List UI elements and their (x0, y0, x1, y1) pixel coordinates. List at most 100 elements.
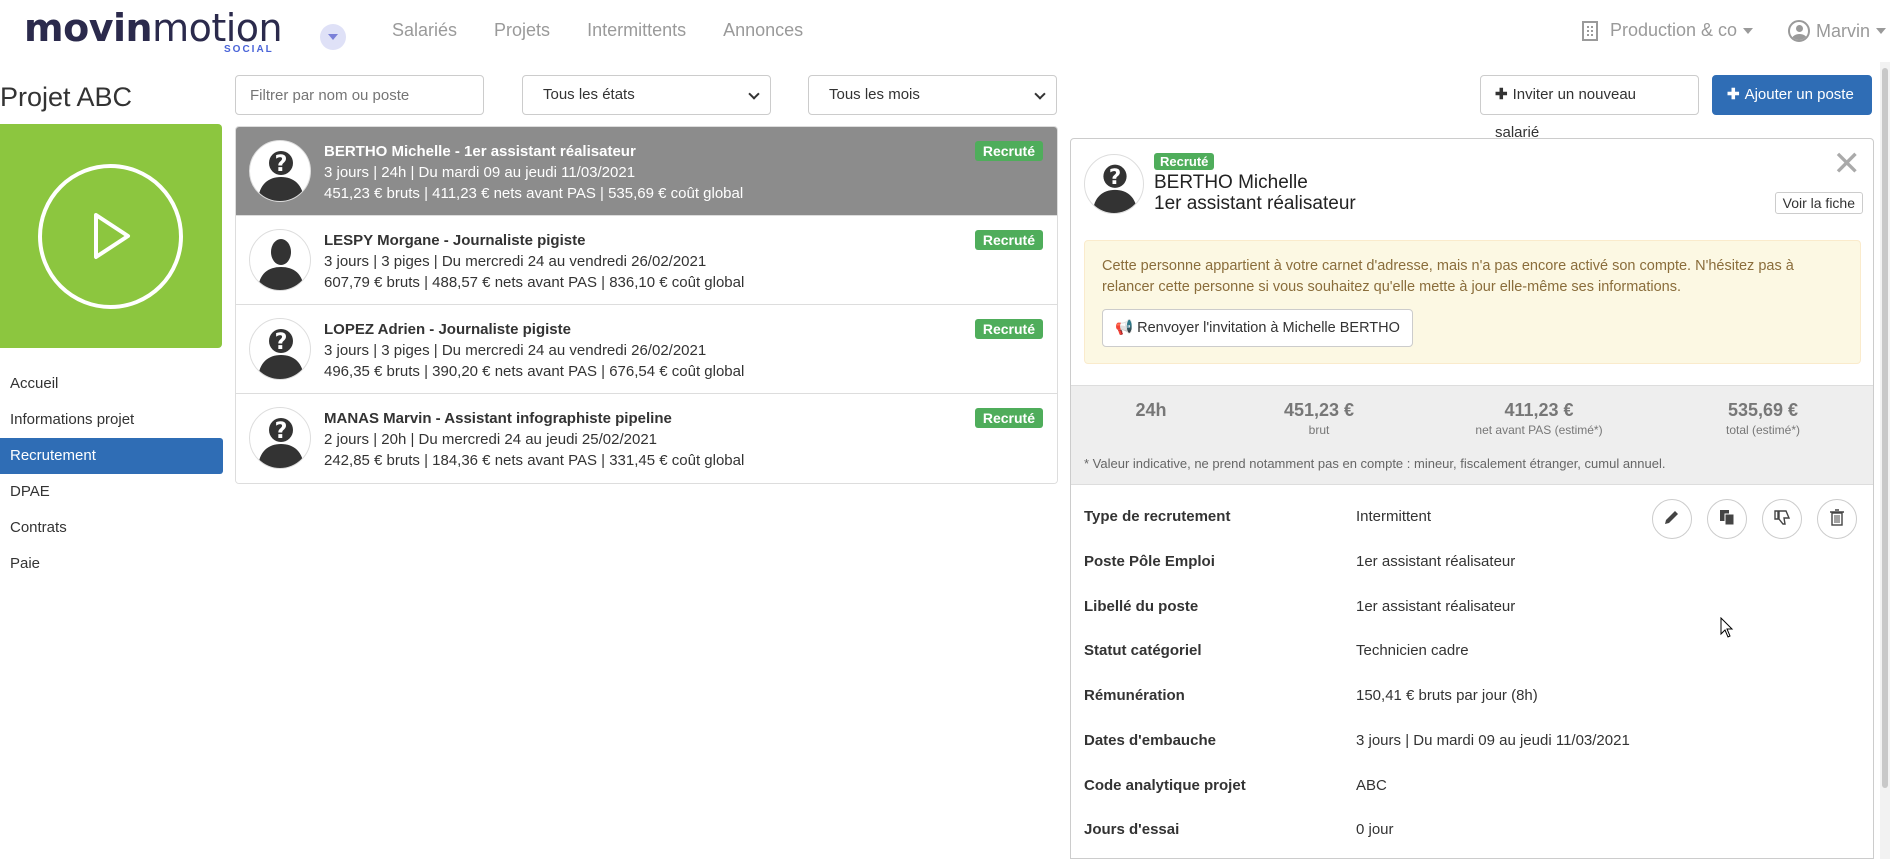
field-label: Jours d'essai (1084, 821, 1180, 838)
close-icon[interactable]: ✕ (1833, 147, 1862, 181)
detail-role: 1er assistant réalisateur (1154, 193, 1356, 214)
candidate-schedule: 2 jours | 20h | Du mercredi 24 au jeudi … (324, 431, 658, 448)
candidate-detail-panel: ? Recruté BERTHO Michelle 1er assistant … (1070, 138, 1874, 859)
sidebar-item-accueil[interactable]: Accueil (0, 366, 223, 402)
scrollbar-thumb[interactable] (1882, 68, 1888, 788)
sidebar-item-paie[interactable]: Paie (0, 546, 223, 582)
nav-projets[interactable]: Projets (494, 20, 550, 41)
account-warning-alert: Cette personne appartient à votre carnet… (1084, 240, 1861, 364)
stat-label: brut (1308, 423, 1330, 437)
add-position-button[interactable]: ✚ Ajouter un poste (1712, 75, 1872, 115)
stat-value: 535,69 € (1727, 400, 1799, 420)
field-value: 3 jours | Du mardi 09 au jeudi 11/03/202… (1356, 732, 1630, 749)
chevron-down-icon (1743, 27, 1754, 34)
list-item[interactable]: LESPY Morgane - Journaliste pigiste 3 jo… (236, 216, 1057, 305)
pay-summary: 24h 451,23 € brut 411,23 € net avant PAS… (1071, 385, 1873, 485)
field-value: 0 jour (1356, 821, 1394, 838)
sidebar-item-informations-projet[interactable]: Informations projet (0, 402, 223, 438)
chevron-down-icon (1876, 28, 1887, 34)
chevron-down-icon (748, 88, 760, 100)
stat-net: 411,23 € net avant PAS (estimé*) (1459, 400, 1619, 437)
sidebar-item-dpae[interactable]: DPAE (0, 474, 223, 510)
organization-dropdown[interactable]: Production & co (1582, 20, 1754, 41)
nav-intermittents[interactable]: Intermittents (587, 20, 686, 41)
candidate-name: LOPEZ Adrien - Journaliste pigiste (324, 321, 571, 338)
resend-label: Renvoyer l'invitation à Michelle BERTHO (1137, 320, 1400, 336)
building-icon (1582, 20, 1598, 41)
reject-button[interactable] (1762, 499, 1802, 539)
resend-invitation-button[interactable]: 📢 Renvoyer l'invitation à Michelle BERTH… (1102, 309, 1413, 347)
candidate-name: LESPY Morgane - Journaliste pigiste (324, 232, 586, 249)
filter-search-input[interactable] (235, 75, 484, 115)
svg-text:?: ? (275, 330, 288, 355)
thumbs-down-icon (1773, 508, 1791, 531)
sidebar-item-recrutement[interactable]: Recrutement (0, 438, 223, 474)
list-item[interactable]: ? LOPEZ Adrien - Journaliste pigiste 3 j… (236, 305, 1057, 394)
copy-icon (1718, 508, 1736, 531)
detail-name: BERTHO Michelle (1154, 172, 1308, 193)
state-select-value: Tous les états (543, 86, 635, 103)
list-item[interactable]: ? BERTHO Michelle - 1er assistant réalis… (236, 127, 1057, 216)
page-scrollbar[interactable] (1880, 62, 1890, 859)
stat-hours: 24h (1071, 400, 1231, 421)
apps-menu-toggle-icon[interactable] (320, 24, 346, 50)
project-title: Projet ABC (0, 82, 133, 112)
unknown-person-avatar-icon: ? (249, 140, 311, 202)
field-label: Rémunération (1084, 687, 1185, 704)
project-sidebar: Accueil Informations projet Recrutement … (0, 366, 223, 582)
field-label: Poste Pôle Emploi (1084, 553, 1215, 570)
field-label: Dates d'embauche (1084, 732, 1216, 749)
candidate-info: LOPEZ Adrien - Journaliste pigiste 3 jou… (324, 319, 744, 382)
status-badge: Recruté (974, 319, 1043, 339)
movinmotion-logo[interactable]: movinmotion SOCIAL (24, 6, 283, 55)
user-avatar-icon (1788, 20, 1810, 42)
field-value: 150,41 € bruts par jour (8h) (1356, 687, 1538, 704)
user-dropdown[interactable]: Marvin (1788, 20, 1887, 42)
state-select[interactable]: Tous les états (522, 75, 771, 115)
candidate-pay: 496,35 € bruts | 390,20 € nets avant PAS… (324, 363, 745, 380)
candidate-schedule: 3 jours | 3 piges | Du mercredi 24 au ve… (324, 253, 707, 270)
unknown-person-avatar-icon: ? (249, 318, 311, 380)
field-label: Libellé du poste (1084, 598, 1199, 615)
alert-text: Cette personne appartient à votre carnet… (1102, 258, 1794, 295)
stat-value: 411,23 € (1504, 400, 1574, 420)
month-select[interactable]: Tous les mois (808, 75, 1057, 115)
field-value: Intermittent (1356, 508, 1432, 525)
edit-button[interactable] (1652, 499, 1692, 539)
svg-text:?: ? (275, 152, 288, 177)
month-select-value: Tous les mois (829, 86, 920, 103)
candidate-pay: 607,79 € bruts | 488,57 € nets avant PAS… (324, 274, 745, 291)
candidate-pay: 242,85 € bruts | 184,36 € nets avant PAS… (324, 452, 745, 469)
stat-label: net avant PAS (estimé*) (1475, 423, 1603, 437)
candidate-schedule: 3 jours | 3 piges | Du mercredi 24 au ve… (324, 342, 707, 359)
field-value: 1er assistant réalisateur (1356, 598, 1516, 615)
status-badge: Recruté (974, 141, 1043, 161)
user-label: Marvin (1816, 20, 1871, 41)
invite-label: Inviter un nouveau salarié (1495, 86, 1636, 141)
chevron-down-icon (1034, 88, 1046, 100)
nav-annonces[interactable]: Annonces (723, 20, 803, 41)
sidebar-item-contrats[interactable]: Contrats (0, 510, 223, 546)
delete-button[interactable] (1817, 499, 1857, 539)
list-item[interactable]: ? MANAS Marvin - Assistant infographiste… (236, 394, 1057, 483)
invite-employee-button[interactable]: ✚ Inviter un nouveau salarié (1480, 75, 1699, 141)
status-badge: Recruté (974, 408, 1043, 428)
copy-button[interactable] (1707, 499, 1747, 539)
view-profile-button[interactable]: Voir la fiche (1774, 192, 1863, 214)
candidate-name: BERTHO Michelle - 1er assistant réalisat… (324, 143, 636, 160)
unknown-person-avatar-icon: ? (1084, 154, 1144, 214)
field-label: Type de recrutement (1084, 508, 1231, 525)
status-badge: Recruté (974, 230, 1043, 250)
project-tile[interactable] (0, 124, 222, 348)
person-avatar-icon (249, 229, 311, 291)
candidate-info: LESPY Morgane - Journaliste pigiste 3 jo… (324, 230, 744, 293)
candidate-info: BERTHO Michelle - 1er assistant réalisat… (324, 141, 743, 204)
plus-icon: ✚ (1727, 86, 1740, 103)
field-label: Code analytique projet (1084, 777, 1246, 794)
field-label: Statut catégoriel (1084, 642, 1202, 659)
svg-text:?: ? (1109, 165, 1121, 190)
stat-value: 24h (1135, 400, 1167, 420)
nav-salaries[interactable]: Salariés (392, 20, 457, 41)
main-nav: Salariés Projets Intermittents Annonces (392, 20, 840, 41)
stats-note: * Valeur indicative, ne prend notamment … (1084, 456, 1666, 471)
